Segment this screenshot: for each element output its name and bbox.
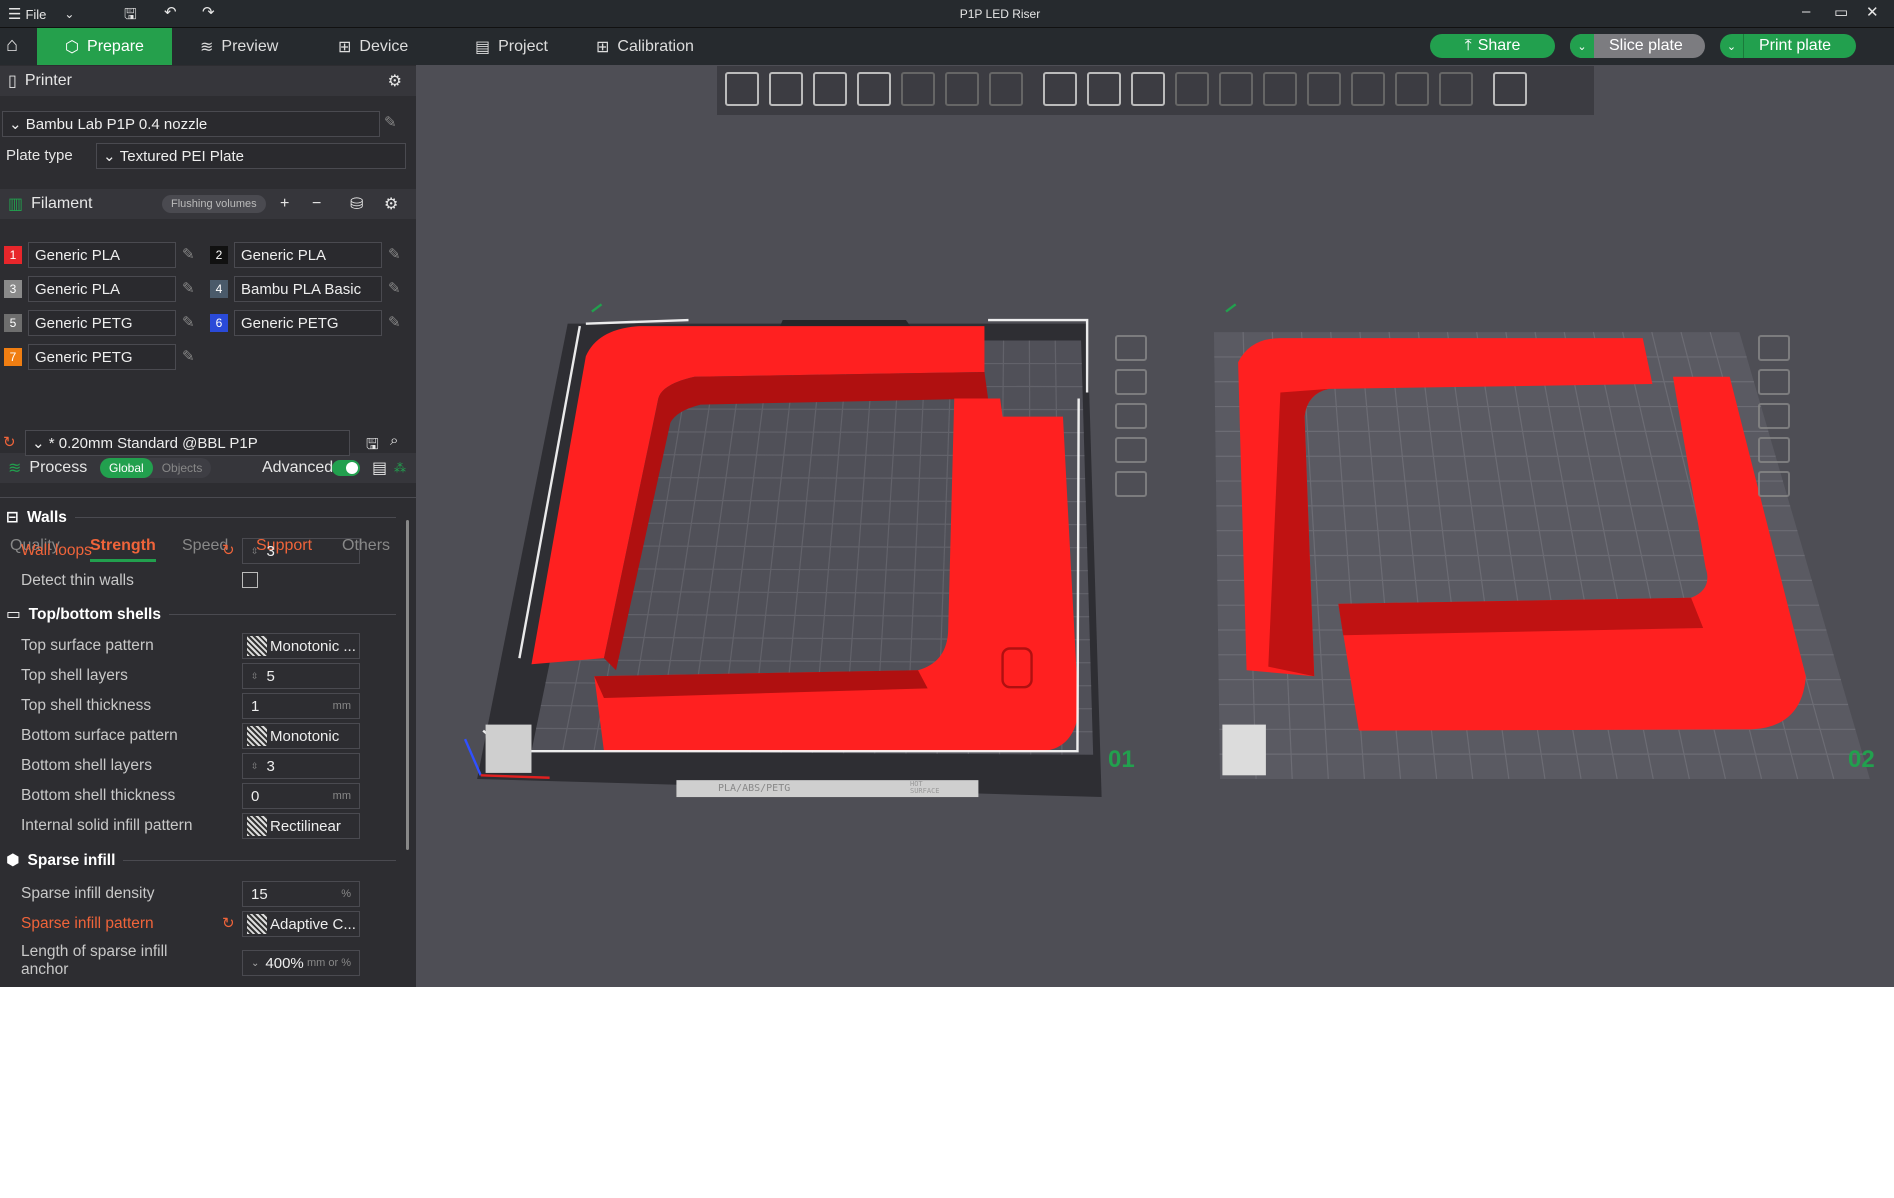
scene — [463, 303, 1870, 798]
plate-settings-icon[interactable] — [1758, 471, 1790, 497]
plate-1-number: 01 — [1108, 746, 1135, 773]
hot-surface-text: HOT SURFACE — [910, 780, 940, 795]
build-plate-2[interactable] — [1213, 331, 1870, 780]
remove-plate-icon[interactable] — [1115, 335, 1147, 361]
plate-2-edit-icon — [1225, 303, 1237, 313]
plate-2-number: 02 — [1848, 746, 1875, 773]
orient-plate-icon[interactable] — [1758, 403, 1790, 429]
plate-1-edit-icon — [591, 303, 603, 313]
auto-arrange-plate-icon[interactable] — [1758, 369, 1790, 395]
lock-plate-icon[interactable] — [1115, 437, 1147, 463]
lock-plate-icon[interactable] — [1758, 437, 1790, 463]
plate-material-text: PLA/ABS/PETG — [718, 783, 791, 794]
remove-plate-icon[interactable] — [1758, 335, 1790, 361]
plate-settings-icon[interactable] — [1115, 471, 1147, 497]
orient-plate-icon[interactable] — [1115, 403, 1147, 429]
build-plate-1[interactable] — [463, 318, 1102, 798]
auto-arrange-plate-icon[interactable] — [1115, 369, 1147, 395]
